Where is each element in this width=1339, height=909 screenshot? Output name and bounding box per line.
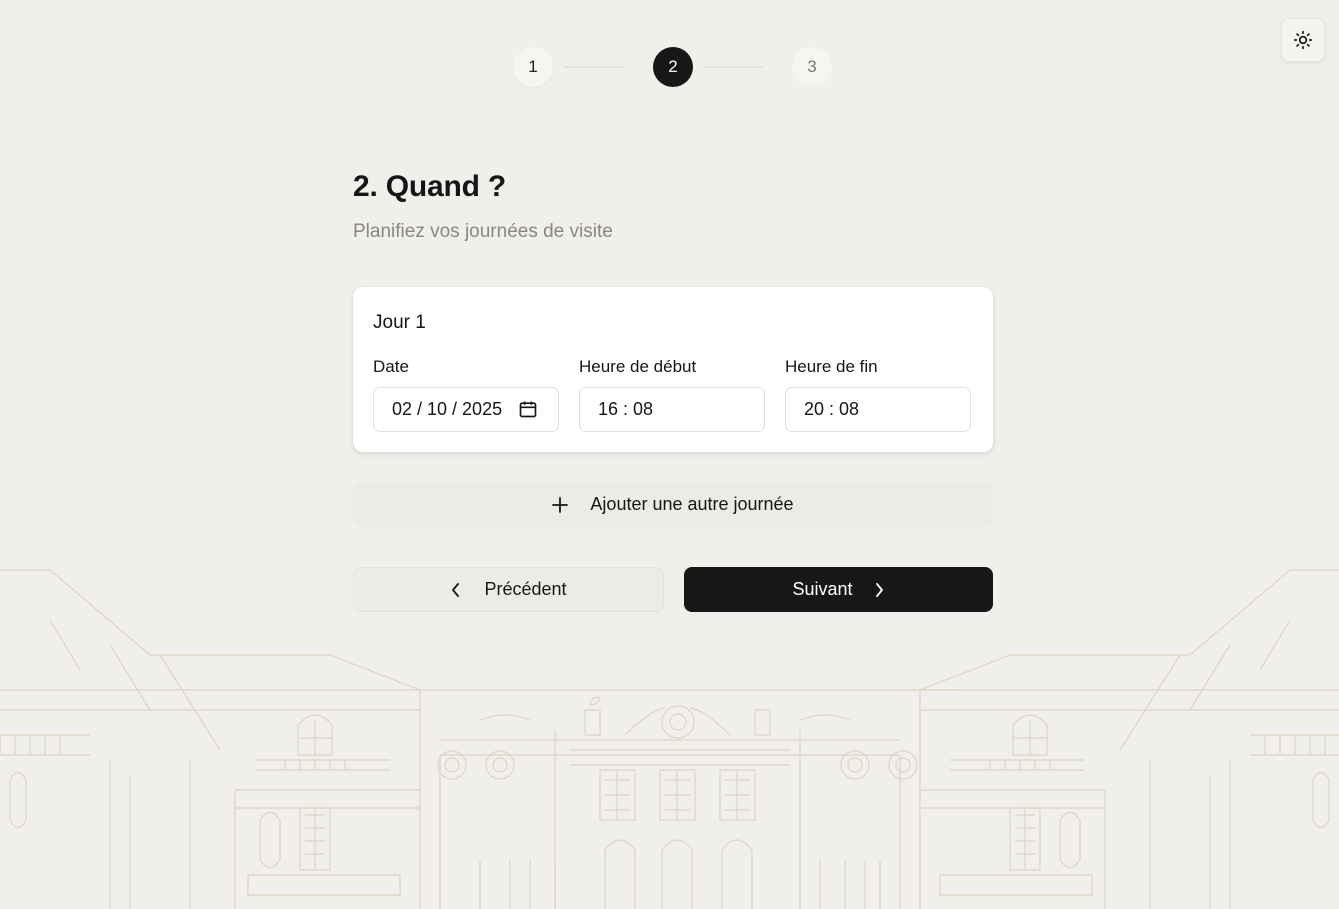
- end-time-label: Heure de fin: [785, 357, 878, 376]
- start-time-value: 16 : 08: [598, 399, 654, 419]
- sun-icon: [1293, 30, 1313, 50]
- add-day-label: Ajouter une autre journée: [590, 494, 794, 514]
- end-time-value: 20 : 08: [804, 399, 860, 419]
- previous-label: Précédent: [484, 579, 567, 599]
- date-input[interactable]: 02 / 10 / 2025: [373, 387, 559, 432]
- step-connector: [703, 66, 763, 68]
- start-time-input[interactable]: 16 : 08: [579, 387, 765, 432]
- calendar-icon[interactable]: [518, 399, 538, 419]
- next-button[interactable]: Suivant: [684, 567, 993, 612]
- building-illustration: [0, 569, 1339, 909]
- step-2[interactable]: 2: [653, 47, 693, 87]
- date-label: Date: [373, 357, 409, 376]
- date-field: Date 02 / 10 / 2025: [373, 357, 559, 432]
- previous-button[interactable]: Précédent: [353, 567, 664, 612]
- day-title: Jour 1: [373, 312, 426, 333]
- day-card: Jour 1 Date 02 / 10 / 2025 Heure de débu…: [353, 287, 993, 452]
- end-time-field: Heure de fin 20 : 08: [785, 357, 971, 432]
- step-3[interactable]: 3: [792, 47, 832, 87]
- start-time-field: Heure de début 16 : 08: [579, 357, 765, 432]
- chevron-right-icon: [875, 582, 883, 597]
- next-label: Suivant: [792, 579, 853, 599]
- end-time-input[interactable]: 20 : 08: [785, 387, 971, 432]
- theme-toggle-button[interactable]: [1281, 18, 1325, 62]
- date-value: 02 / 10 / 2025: [392, 399, 503, 419]
- step-1[interactable]: 1: [513, 47, 553, 87]
- step-connector: [563, 66, 623, 68]
- start-time-label: Heure de début: [579, 357, 697, 376]
- page-subtitle: Planifiez vos journées de visite: [353, 221, 613, 242]
- progress-stepper: 1 2 3: [513, 47, 833, 87]
- page-title: 2. Quand ?: [353, 170, 507, 203]
- add-day-button[interactable]: Ajouter une autre journée: [353, 482, 993, 527]
- plus-icon: [552, 496, 569, 513]
- chevron-left-icon: [452, 582, 460, 597]
